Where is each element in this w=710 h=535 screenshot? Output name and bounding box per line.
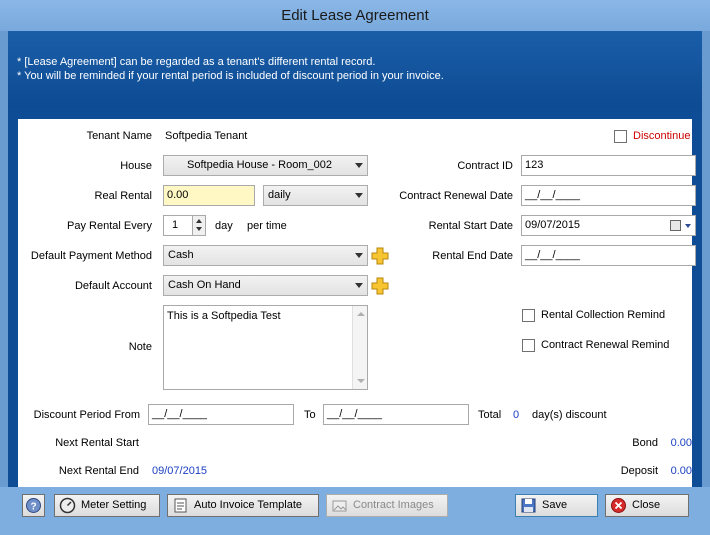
total-label: Total [478,409,502,421]
deposit-label: Deposit [620,465,658,477]
note-text: This is a Softpedia Test [167,310,281,322]
meter-icon [59,497,76,514]
help-icon: ? [26,498,41,513]
to-label: To [304,409,316,421]
info-banner: * [Lease Agreement] can be regarded as a… [8,31,702,108]
chevron-down-icon [355,163,363,168]
auto-invoice-template-label: Auto Invoice Template [194,499,303,511]
default-payment-method-label: Default Payment Method [30,250,152,262]
chevron-down-icon[interactable] [685,224,691,228]
close-button[interactable]: Close [605,494,689,517]
close-icon [611,498,626,513]
stepper-buttons[interactable] [192,215,206,236]
save-label: Save [542,499,568,511]
meter-setting-button[interactable]: Meter Setting [54,494,160,517]
banner-line-2: * You will be reminded if your rental pe… [17,70,444,82]
add-account-icon[interactable] [371,277,389,295]
form-panel: Tenant Name Softpedia Tenant Discontinue… [8,108,702,487]
contract-renewal-remind-label: Contract Renewal Remind [541,339,670,351]
payment-method-combo[interactable]: Cash [163,245,368,266]
banner-line-1: * [Lease Agreement] can be regarded as a… [17,56,376,68]
chevron-down-icon [355,283,363,288]
meter-setting-label: Meter Setting [81,499,147,511]
window-title: Edit Lease Agreement [0,0,710,31]
bond-label: Bond [632,437,658,449]
next-rental-start-label: Next Rental Start [55,437,139,449]
rental-period-value: daily [268,189,291,201]
tenant-name-value: Softpedia Tenant [165,130,248,142]
close-label: Close [632,499,661,511]
per-time-label: per time [247,220,287,232]
payment-method-value: Cash [168,249,194,261]
edit-lease-agreement-window: Edit Lease Agreement * [Lease Agreement]… [0,0,710,535]
bond-value: 0.00 [670,437,692,449]
scroll-down-icon[interactable] [357,379,365,383]
stepper-up-icon[interactable] [196,219,202,223]
stepper-down-icon[interactable] [196,227,202,231]
discount-period-from-label: Discount Period From [33,409,140,421]
rental-start-date-value: 09/07/2015 [525,219,581,231]
chevron-down-icon [355,193,363,198]
deposit-value: 0.00 [670,465,692,477]
rental-end-date-label: Rental End Date [432,250,513,262]
pay-rental-every-label: Pay Rental Every [67,220,152,232]
rental-end-date-field[interactable]: __/__/____ [521,245,696,266]
real-rental-field[interactable]: 0.00 [163,185,255,206]
svg-text:?: ? [30,502,36,513]
scroll-up-icon[interactable] [357,312,365,316]
contract-id-field[interactable]: 123 [521,155,696,176]
lease-form: Tenant Name Softpedia Tenant Discontinue… [18,119,696,487]
add-payment-method-icon[interactable] [371,247,389,265]
save-icon [521,498,536,513]
invoice-template-icon [174,498,187,513]
contract-renewal-date-label: Contract Renewal Date [399,190,513,202]
contract-id-label: Contract ID [457,160,513,172]
rental-start-date-label: Rental Start Date [428,220,513,232]
discount-from-field[interactable]: __/__/____ [148,404,294,425]
house-combo-value: Softpedia House - Room_002 [187,159,332,171]
total-days-value: 0 [513,409,520,421]
contract-images-label: Contract Images [353,499,434,511]
contract-renewal-date-field[interactable]: __/__/____ [521,185,696,206]
contract-renewal-remind-checkbox[interactable] [522,339,535,352]
rental-period-combo[interactable]: daily [263,185,368,206]
default-account-combo[interactable]: Cash On Hand [163,275,368,296]
save-button[interactable]: Save [515,494,598,517]
days-discount-label: day(s) discount [532,409,607,421]
images-icon [332,500,347,512]
tenant-name-label: Tenant Name [86,130,152,142]
real-rental-label: Real Rental [94,190,152,202]
next-rental-end-label: Next Rental End [58,465,139,477]
rental-collection-remind-checkbox[interactable] [522,309,535,322]
help-button[interactable]: ? [22,494,45,517]
next-rental-end-value: 09/07/2015 [152,465,208,477]
rental-start-date-field[interactable]: 09/07/2015 [521,215,696,236]
discontinue-label: Discontinue [633,130,691,142]
discount-to-field[interactable]: __/__/____ [323,404,469,425]
auto-invoice-template-button[interactable]: Auto Invoice Template [167,494,319,517]
house-combo[interactable]: Softpedia House - Room_002 [163,155,368,176]
button-bar: ? Meter Setting Auto Invoice Template Co… [0,487,710,535]
pay-rental-every-stepper[interactable]: 1 [163,215,193,236]
note-textarea[interactable]: This is a Softpedia Test [163,305,368,390]
note-scrollbar[interactable] [352,306,367,389]
note-label: Note [128,341,152,353]
calendar-icon[interactable] [670,220,681,231]
discontinue-checkbox[interactable] [614,130,627,143]
chevron-down-icon [355,253,363,258]
default-account-label: Default Account [74,280,152,292]
default-account-value: Cash On Hand [168,279,241,291]
day-label: day [215,220,233,232]
house-label: House [120,160,152,172]
rental-collection-remind-label: Rental Collection Remind [541,309,666,321]
contract-images-button[interactable]: Contract Images [326,494,448,517]
